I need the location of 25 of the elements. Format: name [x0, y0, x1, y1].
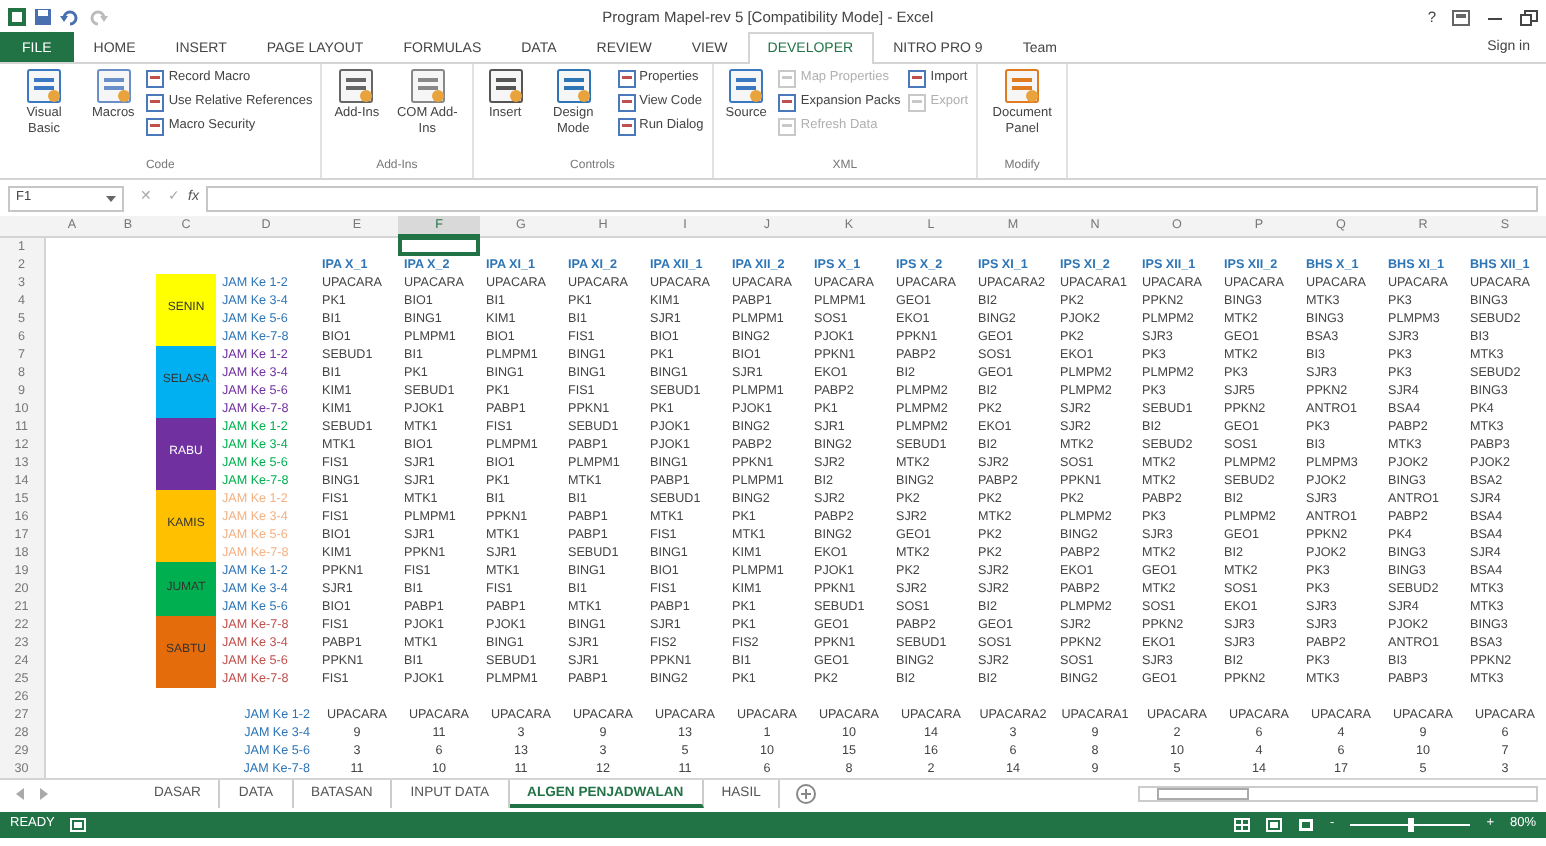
zoom-slider-thumb[interactable] [1407, 817, 1414, 831]
command-icon [617, 69, 636, 87]
page-layout-view-icon[interactable] [1266, 817, 1283, 831]
page-break-view-icon[interactable] [1298, 817, 1315, 831]
command-icon [146, 117, 165, 135]
command-icon [778, 93, 797, 111]
add-sheet-icon[interactable] [796, 783, 817, 803]
command-icon [146, 93, 165, 111]
restore-icon[interactable] [1520, 9, 1538, 25]
command-icon [617, 93, 636, 111]
command-icon [908, 93, 927, 111]
normal-view-icon[interactable] [1234, 817, 1251, 831]
save-icon[interactable] [34, 8, 52, 26]
excel-logo-icon[interactable] [8, 8, 26, 26]
command-icon [778, 117, 797, 135]
command-icon [617, 117, 636, 135]
command-icon [908, 69, 927, 87]
command-icon [778, 69, 797, 87]
dropdown-icon[interactable] [106, 195, 116, 201]
horizontal-scrollbar-icon[interactable] [1138, 785, 1538, 801]
undo-icon[interactable] [60, 8, 80, 26]
formula-input[interactable] [206, 185, 1538, 211]
macro-record-icon[interactable] [70, 817, 87, 831]
ribbon-display-icon[interactable] [1452, 9, 1470, 25]
command-icon [146, 69, 165, 87]
